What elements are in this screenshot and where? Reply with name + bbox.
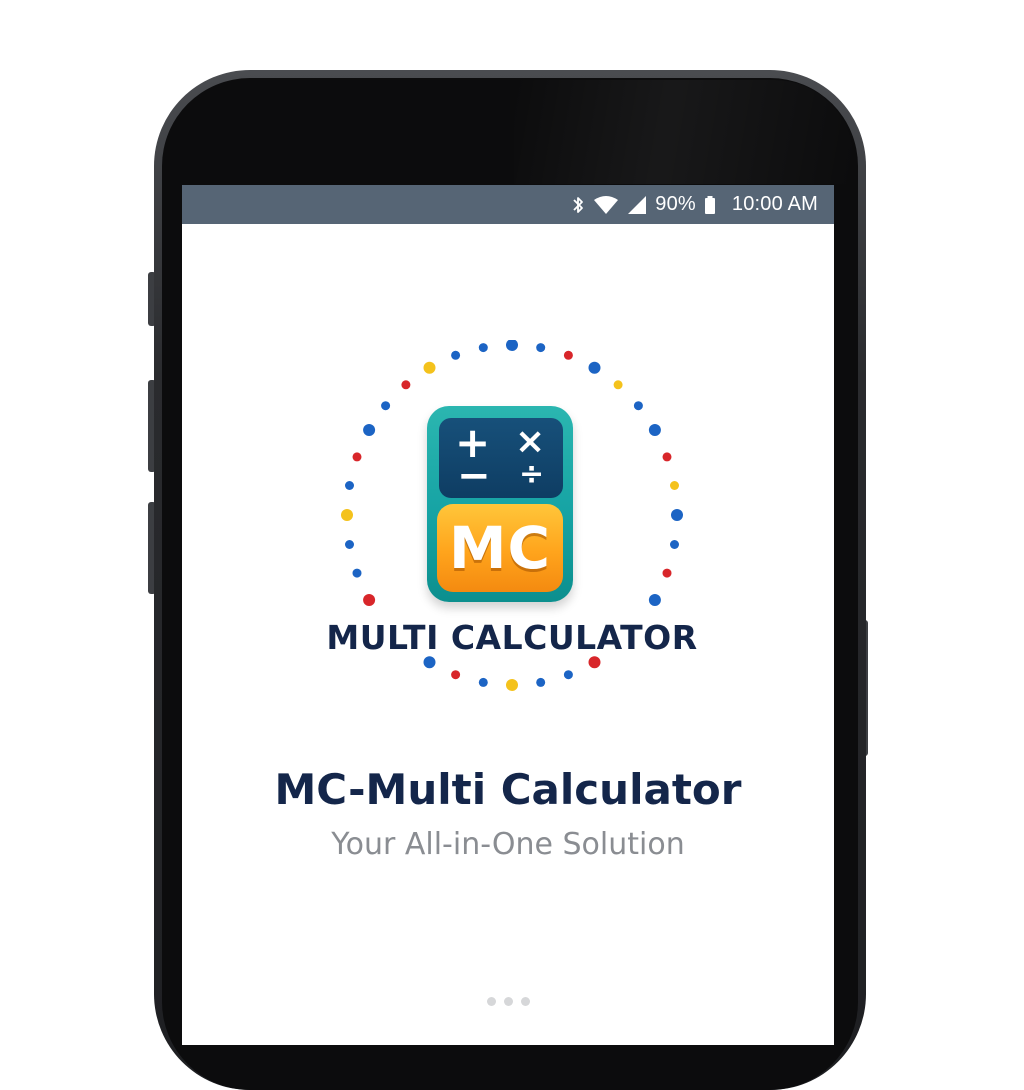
- ring-dot: [536, 677, 546, 687]
- minus-icon: −: [457, 453, 491, 499]
- app-logo: + × − ÷ MC MULTI CALCULATOR: [322, 340, 702, 700]
- ring-dot: [423, 656, 436, 669]
- clock: 10:00 AM: [731, 193, 818, 215]
- ring-dot: [662, 452, 672, 462]
- ring-dot: [363, 594, 376, 606]
- page-indicator-dot: [486, 997, 496, 1006]
- ring-dot: [662, 568, 672, 578]
- app-title: MC-Multi Calculator: [274, 765, 742, 814]
- ring-dot: [423, 361, 436, 374]
- ring-dot: [633, 401, 643, 411]
- ring-dot: [478, 677, 488, 687]
- ring-dot: [345, 481, 354, 490]
- bluetooth-icon: [571, 195, 585, 215]
- bezel-reflection: [514, 80, 854, 184]
- page-indicator: [182, 997, 834, 1006]
- ring-dot: [363, 424, 376, 436]
- app-tagline: Your All-in-One Solution: [331, 827, 685, 862]
- ring-dot: [670, 540, 679, 549]
- ring-dot: [648, 424, 661, 436]
- ring-dot: [352, 452, 362, 462]
- ring-dot: [536, 343, 546, 353]
- initials-panel: MC: [437, 504, 563, 592]
- ring-dot: [341, 509, 353, 521]
- ring-dot: [670, 481, 679, 490]
- ring-dot: [451, 670, 461, 680]
- times-icon: ×: [515, 421, 546, 462]
- status-bar: 90% 10:00 AM: [182, 185, 834, 224]
- signal-icon: [627, 195, 647, 215]
- ring-dot: [563, 350, 573, 360]
- battery-percent: 90%: [655, 193, 696, 215]
- calculator-app-icon: + × − ÷ MC: [427, 406, 573, 602]
- operators-panel: + × − ÷: [439, 418, 563, 498]
- ring-dot: [648, 594, 661, 606]
- ring-dot: [401, 380, 411, 390]
- wifi-icon: [593, 195, 619, 215]
- ring-dot: [588, 656, 601, 669]
- ring-dot: [506, 679, 518, 691]
- battery-icon: [704, 195, 716, 215]
- ring-dot: [381, 401, 391, 411]
- ring-dot: [671, 509, 683, 521]
- phone-screen[interactable]: 90% 10:00 AM + × − ÷ MC MULTI CALCULATOR…: [182, 185, 834, 1045]
- ring-dot: [352, 568, 362, 578]
- ring-dot: [478, 343, 488, 353]
- page-indicator-dot: [503, 997, 513, 1006]
- divide-icon: ÷: [519, 457, 545, 492]
- app-initials: MC: [448, 514, 552, 582]
- ring-dot: [345, 540, 354, 549]
- ring-dot: [588, 361, 601, 374]
- ring-dot: [563, 670, 573, 680]
- brand-wordmark: MULTI CALCULATOR: [326, 618, 698, 657]
- ring-dot: [506, 340, 518, 351]
- ring-dot: [451, 350, 461, 360]
- page-indicator-dot: [520, 997, 530, 1006]
- ring-dot: [613, 380, 623, 390]
